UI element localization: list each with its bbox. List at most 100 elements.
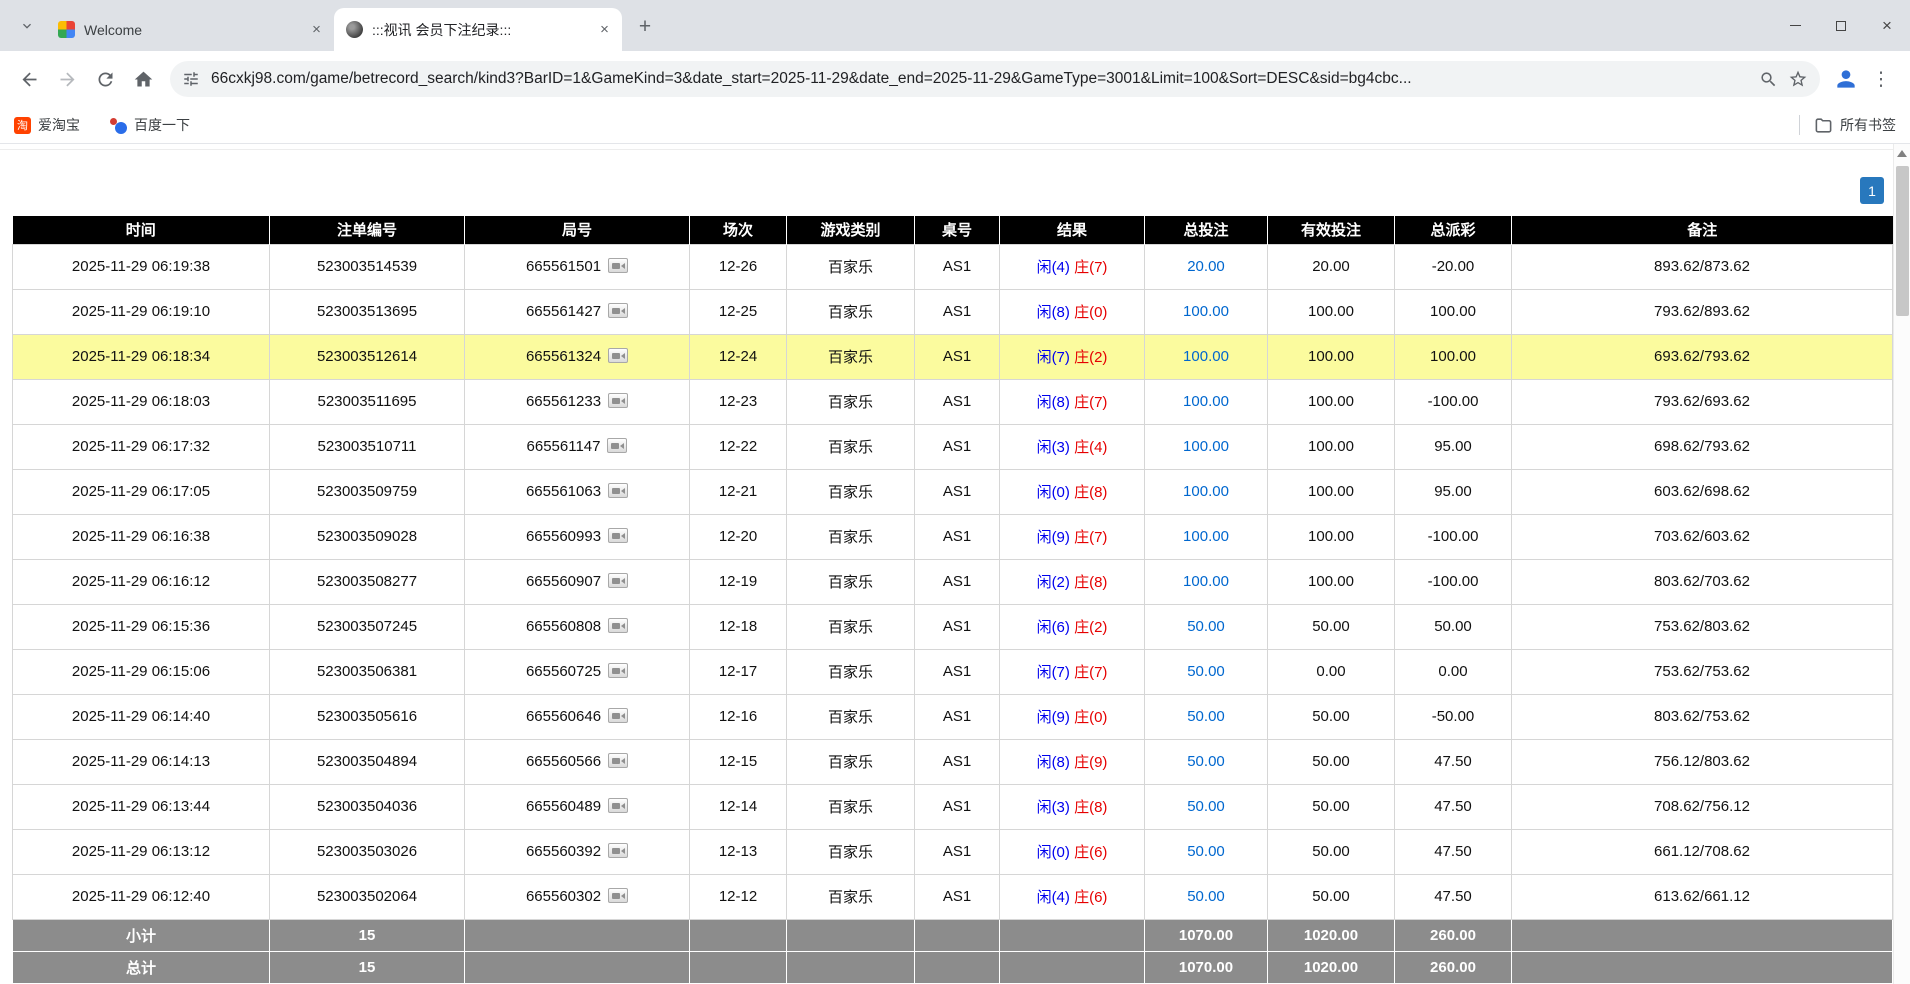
total-bet-link[interactable]: 100.00	[1183, 348, 1229, 365]
scroll-up-icon[interactable]	[1897, 150, 1907, 157]
tab-welcome[interactable]: Welcome ×	[46, 8, 334, 51]
cell-result: 闲(0) 庄(6)	[1000, 829, 1145, 874]
total-bet-link[interactable]: 100.00	[1183, 528, 1229, 545]
cell-time: 2025-11-29 06:16:38	[13, 514, 270, 559]
subtotal-cell	[787, 919, 915, 951]
window-controls: ×	[1772, 0, 1910, 51]
cell-total-bet: 50.00	[1145, 649, 1268, 694]
home-button[interactable]	[124, 60, 162, 98]
replay-video-icon[interactable]	[608, 663, 628, 678]
replay-video-icon[interactable]	[607, 438, 627, 453]
scrollbar[interactable]	[1893, 144, 1910, 984]
replay-video-icon[interactable]	[608, 393, 628, 408]
total-bet-link[interactable]: 50.00	[1187, 843, 1225, 860]
tab-close-icon[interactable]: ×	[307, 20, 326, 39]
pagination-page-button[interactable]: 1	[1860, 177, 1884, 204]
total-bet-link[interactable]: 20.00	[1187, 258, 1225, 275]
close-button[interactable]: ×	[1864, 0, 1910, 51]
replay-video-icon[interactable]	[608, 573, 628, 588]
site-info-icon[interactable]	[182, 70, 200, 88]
cell-game-type: 百家乐	[787, 289, 915, 334]
total-bet-link[interactable]: 50.00	[1187, 888, 1225, 905]
cell-game-type: 百家乐	[787, 559, 915, 604]
total-bet-link[interactable]: 100.00	[1183, 573, 1229, 590]
replay-video-icon[interactable]	[608, 798, 628, 813]
replay-video-icon[interactable]	[608, 528, 628, 543]
bookmarks-bar: 淘 爱淘宝 百度一下 所有书签	[0, 107, 1910, 144]
cell-bet-id: 523003512614	[270, 334, 465, 379]
cell-round: 665561501	[465, 244, 690, 289]
total-bet-link[interactable]: 50.00	[1187, 708, 1225, 725]
cell-table-no: AS1	[915, 424, 1000, 469]
scroll-thumb[interactable]	[1896, 166, 1909, 316]
total-bet-link[interactable]: 100.00	[1183, 438, 1229, 455]
result-player: 闲(3)	[1037, 439, 1070, 456]
column-header-total-bet: 总投注	[1145, 216, 1268, 244]
cell-total-bet: 100.00	[1145, 424, 1268, 469]
cell-bet-id: 523003508277	[270, 559, 465, 604]
cell-remark: 693.62/793.62	[1512, 334, 1893, 379]
replay-video-icon[interactable]	[608, 843, 628, 858]
back-button[interactable]	[10, 60, 48, 98]
total-bet-link[interactable]: 50.00	[1187, 753, 1225, 770]
tab-search-button[interactable]	[12, 11, 42, 41]
tab-betrecord[interactable]: :::视讯 会员下注纪录::: ×	[334, 8, 622, 51]
cell-bet-id: 523003511695	[270, 379, 465, 424]
replay-video-icon[interactable]	[608, 708, 628, 723]
reload-button[interactable]	[86, 60, 124, 98]
total-bet-link[interactable]: 50.00	[1187, 798, 1225, 815]
subtotal-payout: 260.00	[1395, 919, 1512, 951]
table-row: 2025-11-29 06:19:10523003513695665561427…	[13, 289, 1893, 334]
replay-video-icon[interactable]	[608, 753, 628, 768]
cell-table-no: AS1	[915, 784, 1000, 829]
replay-video-icon[interactable]	[608, 618, 628, 633]
grand-total-count: 15	[270, 951, 465, 983]
cell-session: 12-14	[690, 784, 787, 829]
address-bar[interactable]: 66cxkj98.com/game/betrecord_search/kind3…	[170, 61, 1820, 97]
round-number: 665560646	[526, 708, 601, 725]
total-bet-link[interactable]: 50.00	[1187, 663, 1225, 680]
bookmark-item-baidu[interactable]: 百度一下	[110, 115, 190, 135]
new-tab-button[interactable]: +	[630, 12, 660, 42]
cell-time: 2025-11-29 06:16:12	[13, 559, 270, 604]
bookmark-star-icon[interactable]	[1788, 69, 1808, 89]
cell-table-no: AS1	[915, 289, 1000, 334]
cell-remark: 698.62/793.62	[1512, 424, 1893, 469]
cell-game-type: 百家乐	[787, 424, 915, 469]
cell-remark: 603.62/698.62	[1512, 469, 1893, 514]
replay-video-icon[interactable]	[608, 348, 628, 363]
cell-total-bet: 100.00	[1145, 514, 1268, 559]
total-bet-link[interactable]: 100.00	[1183, 393, 1229, 410]
result-player: 闲(6)	[1037, 619, 1070, 636]
cell-remark: 753.62/803.62	[1512, 604, 1893, 649]
minimize-button[interactable]	[1772, 0, 1818, 51]
tab-close-icon[interactable]: ×	[595, 20, 614, 39]
cell-remark: 893.62/873.62	[1512, 244, 1893, 289]
cell-time: 2025-11-29 06:13:12	[13, 829, 270, 874]
column-header-remark: 备注	[1512, 216, 1893, 244]
total-bet-link[interactable]: 50.00	[1187, 618, 1225, 635]
result-player: 闲(2)	[1037, 574, 1070, 591]
cell-result: 闲(7) 庄(2)	[1000, 334, 1145, 379]
zoom-icon[interactable]	[1759, 70, 1778, 89]
bookmark-item-taobao[interactable]: 淘 爱淘宝	[14, 115, 80, 135]
cell-bet-id: 523003510711	[270, 424, 465, 469]
profile-button[interactable]	[1828, 61, 1864, 97]
replay-video-icon[interactable]	[608, 303, 628, 318]
result-player: 闲(9)	[1037, 709, 1070, 726]
cell-result: 闲(7) 庄(7)	[1000, 649, 1145, 694]
replay-video-icon[interactable]	[608, 483, 628, 498]
replay-video-icon[interactable]	[608, 888, 628, 903]
replay-video-icon[interactable]	[608, 258, 628, 273]
total-bet-link[interactable]: 100.00	[1183, 303, 1229, 320]
maximize-button[interactable]	[1818, 0, 1864, 51]
profile-icon	[1833, 66, 1859, 92]
menu-button[interactable]: ⋮	[1864, 61, 1898, 97]
subtotal-cell	[465, 919, 690, 951]
forward-button[interactable]	[48, 60, 86, 98]
round-number: 665560725	[526, 663, 601, 680]
cell-remark: 803.62/753.62	[1512, 694, 1893, 739]
all-bookmarks-button[interactable]: 所有书签	[1814, 115, 1896, 135]
total-bet-link[interactable]: 100.00	[1183, 483, 1229, 500]
cell-result: 闲(3) 庄(4)	[1000, 424, 1145, 469]
